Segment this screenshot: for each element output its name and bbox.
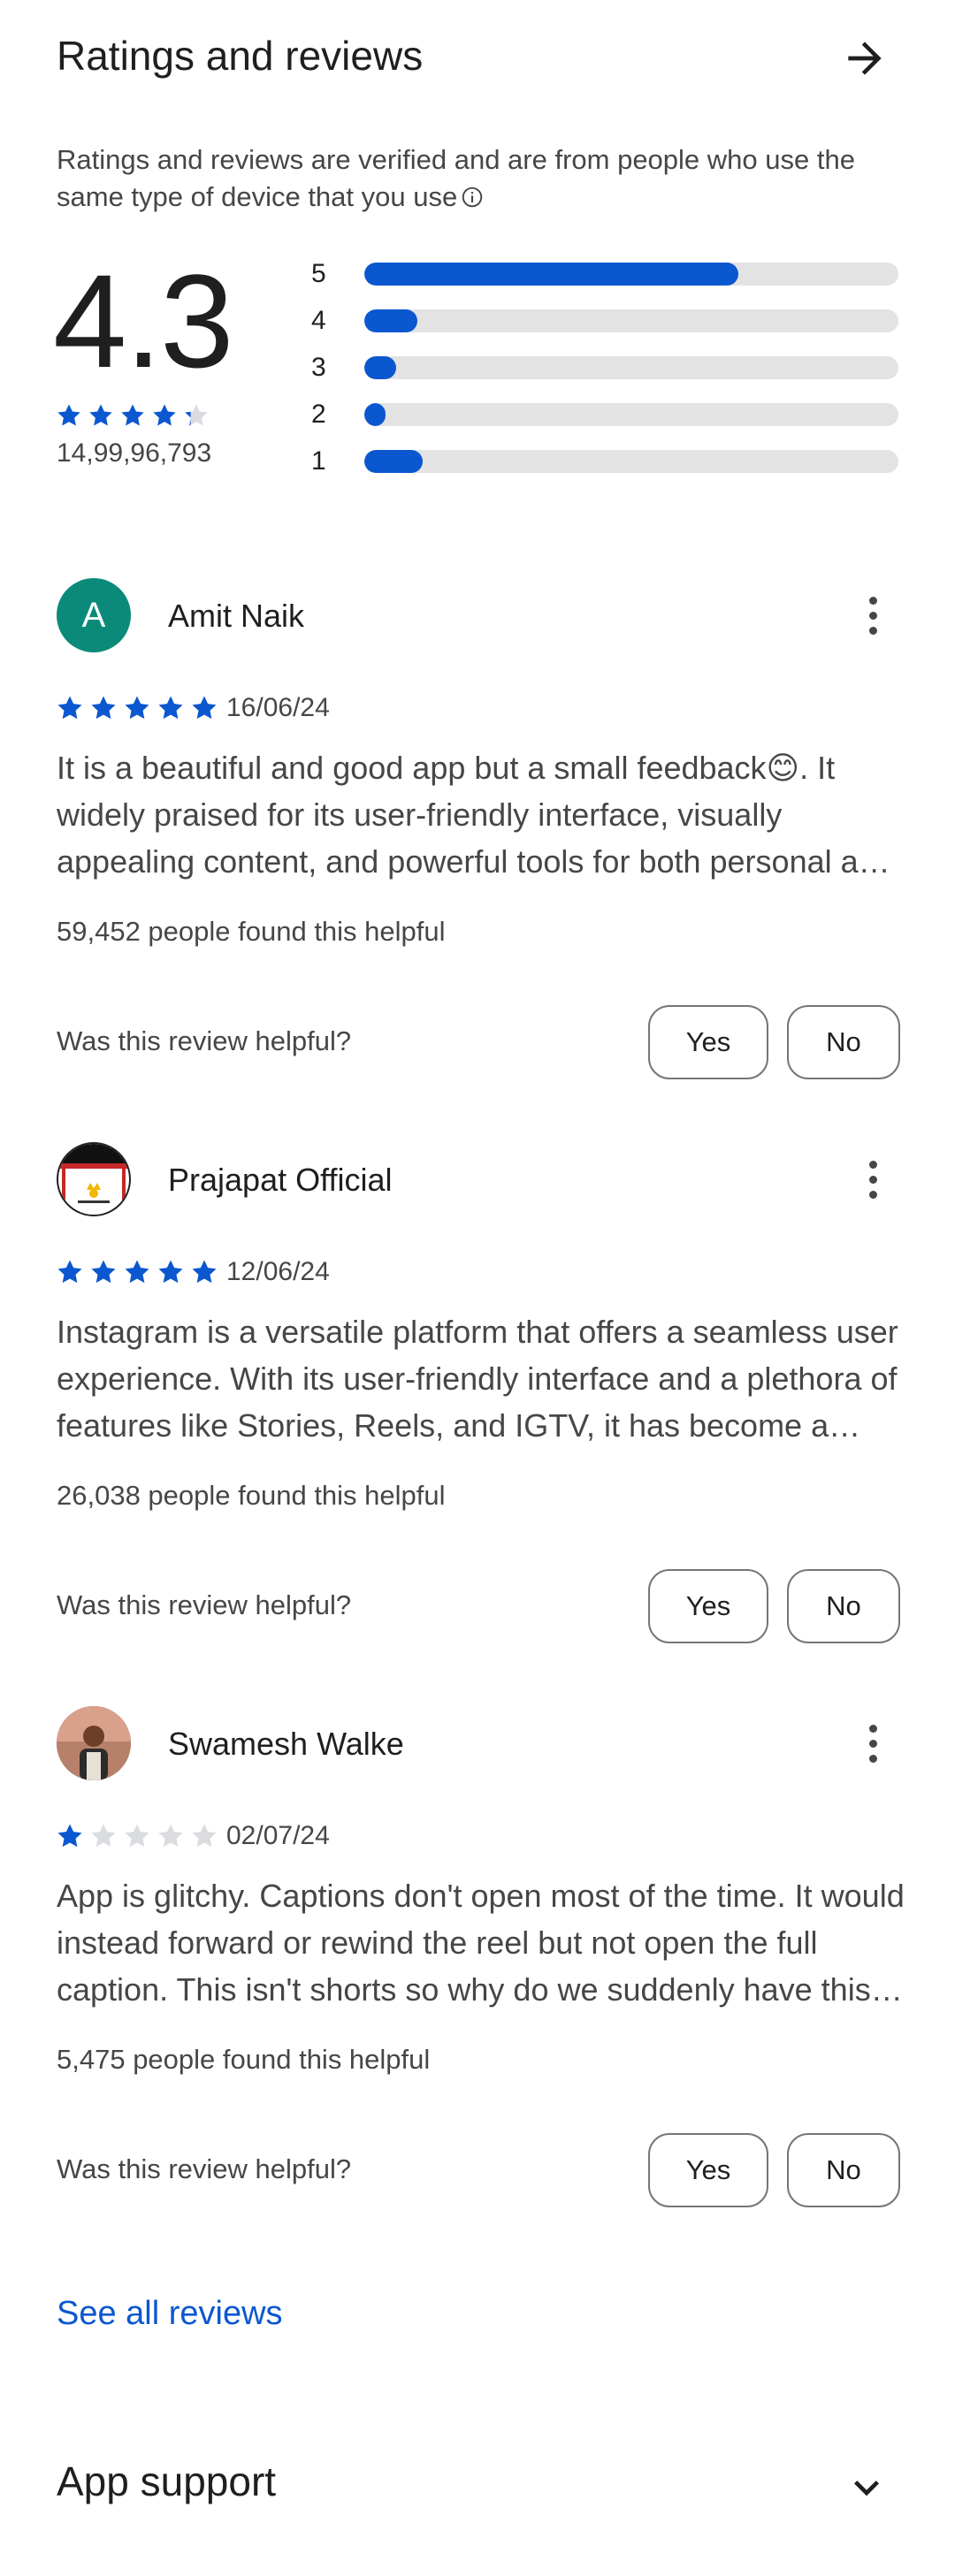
reviewer-name: Amit Naik (168, 598, 305, 634)
bar-track (364, 450, 898, 473)
star-icon (57, 1824, 82, 1848)
reviewer-name: Swamesh Walke (168, 1726, 404, 1762)
yes-button[interactable]: Yes (648, 2133, 768, 2207)
reviewer-name: Prajapat Official (168, 1162, 393, 1198)
avatar (57, 1142, 131, 1216)
total-ratings-count: 14,99,96,793 (57, 438, 212, 468)
star-icon (89, 404, 112, 426)
bar-label: 4 (311, 306, 326, 335)
arrow-right-icon[interactable] (840, 34, 890, 83)
star-icon (57, 404, 80, 426)
bar-fill (364, 263, 738, 286)
bar-label: 5 (311, 259, 326, 288)
more-vert-icon[interactable] (855, 591, 890, 640)
review-stars (55, 693, 219, 723)
avatar (57, 1706, 131, 1780)
bar-fill (364, 356, 397, 379)
helpful-count: 26,038 people found this helpful (57, 1480, 446, 1511)
review-text: App is glitchy. Captions don't open most… (57, 1878, 905, 2008)
star-icon (158, 1260, 183, 1284)
bar-label: 3 (311, 353, 326, 382)
star-icon (91, 1824, 116, 1848)
review-stars (55, 1257, 219, 1287)
section-title: Ratings and reviews (57, 33, 424, 79)
bar-fill (364, 403, 386, 426)
review-stars (55, 1821, 219, 1851)
no-button[interactable]: No (787, 2133, 900, 2207)
rating-bar-5: 5 (311, 256, 909, 292)
star-icon (153, 404, 176, 426)
helpful-count: 5,475 people found this helpful (57, 2044, 431, 2075)
bar-track (364, 356, 898, 379)
star-icon (121, 404, 144, 426)
review-date: 16/06/24 (226, 693, 330, 722)
review-text: It is a beautiful and good app but a sma… (57, 750, 894, 880)
star-icon (158, 1824, 183, 1848)
review-text: Instagram is a versatile platform that o… (57, 1314, 898, 1444)
bar-track (364, 309, 898, 332)
avatar: A (57, 578, 131, 652)
star-icon (185, 404, 208, 426)
average-stars (55, 401, 210, 430)
star-icon (192, 1824, 217, 1848)
star-icon (125, 1824, 149, 1848)
star-icon (192, 1260, 217, 1284)
yes-button[interactable]: Yes (648, 1569, 768, 1643)
more-vert-icon[interactable] (855, 1719, 890, 1768)
bar-fill (364, 450, 424, 473)
verification-text: Ratings and reviews are verified and are… (57, 144, 855, 212)
average-rating: 4.3 (53, 247, 234, 395)
rating-bar-2: 2 (311, 397, 909, 432)
rating-bar-4: 4 (311, 303, 909, 339)
no-button[interactable]: No (787, 1569, 900, 1643)
more-vert-icon[interactable] (855, 1155, 890, 1204)
helpful-question: Was this review helpful? (57, 1589, 352, 1620)
rating-bar-3: 3 (311, 350, 909, 385)
star-icon (125, 1260, 149, 1284)
see-all-reviews-link[interactable]: See all reviews (57, 2295, 283, 2333)
yes-button[interactable]: Yes (648, 1005, 768, 1079)
helpful-count: 59,452 people found this helpful (57, 916, 446, 947)
review-date: 12/06/24 (226, 1257, 330, 1286)
star-icon (192, 696, 217, 720)
helpful-question: Was this review helpful? (57, 2153, 352, 2184)
helpful-question: Was this review helpful? (57, 1025, 352, 1056)
review-date: 02/07/24 (226, 1821, 330, 1850)
bar-track (364, 263, 898, 286)
star-icon (158, 696, 183, 720)
star-icon (57, 1260, 82, 1284)
star-icon (91, 1260, 116, 1284)
bar-label: 2 (311, 400, 326, 429)
star-icon (57, 696, 82, 720)
star-icon (125, 696, 149, 720)
chevron-down-icon[interactable] (842, 2463, 891, 2512)
verification-note: Ratings and reviews are verified and are… (57, 141, 905, 216)
app-support-heading[interactable]: App support (57, 2458, 276, 2505)
info-icon[interactable] (461, 181, 484, 208)
star-icon (91, 696, 116, 720)
bar-fill (364, 309, 418, 332)
rating-bar-1: 1 (311, 444, 909, 479)
no-button[interactable]: No (787, 1005, 900, 1079)
bar-track (364, 403, 898, 426)
bar-label: 1 (311, 446, 326, 476)
